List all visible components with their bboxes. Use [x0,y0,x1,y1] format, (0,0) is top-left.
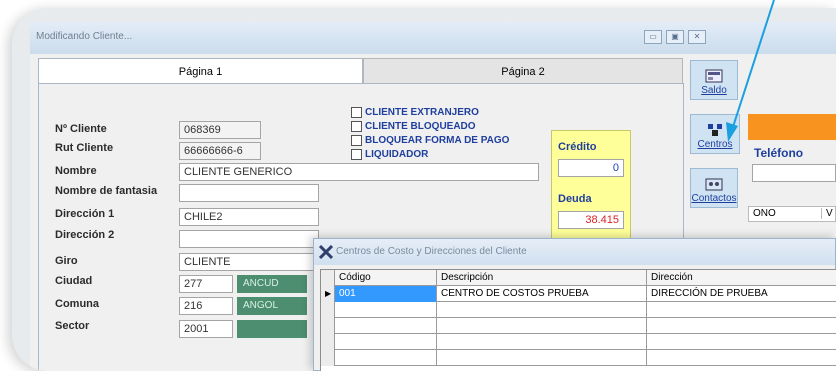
table-row[interactable] [321,302,836,318]
cell-direccion[interactable] [647,318,836,334]
dialog-title-bar: Centros de Costo y Direcciones del Clien… [314,239,835,265]
cliente-label: Nº Cliente [55,123,107,135]
deuda-field[interactable]: 38.415 [558,211,624,229]
dialog-app-icon [319,245,333,259]
direccion2-field[interactable] [179,230,319,248]
restore-button[interactable]: ▣ [666,30,684,44]
sector-name [237,320,307,338]
close-button[interactable]: ✕ [688,30,706,44]
direccion2-label: Dirección 2 [55,229,115,241]
table-row[interactable] [321,334,836,350]
contactos-button[interactable]: Contactos [690,168,738,208]
checkbox-box[interactable] [351,121,362,132]
telefono-field[interactable] [752,164,836,182]
checkbox-label: BLOQUEAR FORMA DE PAGO [365,135,510,146]
checkbox-label: CLIENTE BLOQUEADO [365,121,476,132]
checkbox-box[interactable] [351,107,362,118]
cell-descripcion[interactable] [437,318,647,334]
col-codigo[interactable]: Código [335,270,437,286]
giro-label: Giro [55,255,78,267]
cell-descripcion[interactable] [437,302,647,318]
row-pointer-icon: ▶ [321,286,335,302]
cell-direccion[interactable] [647,350,836,366]
cell-direccion[interactable] [647,302,836,318]
checkbox-label: LIQUIDADOR [365,149,429,160]
checkbox-liquidador[interactable]: LIQUIDADOR [351,149,428,160]
grid-col-partial-2: V [821,208,833,219]
fantasia-label: Nombre de fantasia [55,185,158,197]
comuna-code-field[interactable]: 216 [179,297,233,315]
credit-panel: Crédito 0 Deuda 38.415 [551,130,631,246]
rut-label: Rut Cliente [55,142,114,154]
cell-codigo[interactable] [335,350,437,366]
deuda-label: Deuda [558,193,592,205]
tab-pagina-2[interactable]: Página 2 [363,58,683,84]
direccion1-label: Dirección 1 [55,208,115,220]
comuna-label: Comuna [55,298,99,310]
col-descripcion[interactable]: Descripción [437,270,647,286]
cell-codigo[interactable] [335,334,437,350]
row-indicator [321,334,335,350]
fantasia-field[interactable] [179,184,319,202]
ciudad-label: Ciudad [55,275,93,287]
sector-code-field[interactable]: 2001 [179,320,233,338]
grid-header-row: Código Descripción Dirección [321,270,836,286]
checkbox-cliente-bloqueado[interactable]: CLIENTE BLOQUEADO [351,121,476,132]
credito-label: Crédito [558,141,597,153]
cell-codigo[interactable]: 001 [335,286,437,302]
nombre-field[interactable]: CLIENTE GENERICO [179,163,539,181]
table-row[interactable] [321,318,836,334]
dialog-title: Centros de Costo y Direcciones del Clien… [336,246,527,257]
cell-descripcion[interactable]: CENTRO DE COSTOS PRUEBA [437,286,647,302]
annotation-arrow-icon [726,0,775,142]
checkbox-bloquear-forma-pago[interactable]: BLOQUEAR FORMA DE PAGO [351,135,509,146]
grid-col-partial: ONO [753,208,776,219]
grid-indicator-header [321,270,335,286]
col-direccion[interactable]: Dirección [647,270,836,286]
centros-grid[interactable]: Código Descripción Dirección ▶ 001 CENTR… [320,269,836,371]
table-row[interactable] [321,350,836,366]
title-bar: Modificando Cliente... ▭ ▣ ✕ [30,22,836,54]
cell-codigo[interactable] [335,302,437,318]
cell-descripcion[interactable] [437,334,647,350]
cell-codigo[interactable] [335,318,437,334]
direccion1-field[interactable]: CHILE2 [179,208,319,226]
minimize-button[interactable]: ▭ [644,30,662,44]
contactos-icon [705,178,723,191]
contacts-grid-header: ONO V [748,206,836,222]
checkbox-box[interactable] [351,149,362,160]
table-row[interactable]: ▶ 001 CENTRO DE COSTOS PRUEBA DIRECCIÓN … [321,286,836,302]
row-indicator [321,318,335,334]
giro-field[interactable]: CLIENTE [179,253,319,271]
checkbox-label: CLIENTE EXTRANJERO [365,107,479,118]
tab-pagina-1[interactable]: Página 1 [38,58,363,84]
credito-field[interactable]: 0 [558,159,624,177]
row-indicator [321,350,335,366]
window-title: Modificando Cliente... [36,31,133,42]
ciudad-code-field[interactable]: 277 [179,275,233,293]
cell-direccion[interactable]: DIRECCIÓN DE PRUEBA [647,286,836,302]
centros-dialog: Centros de Costo y Direcciones del Clien… [313,238,836,371]
contactos-button-label: Contactos [691,193,737,204]
rut-field[interactable]: 66666666-6 [179,142,261,160]
checkbox-cliente-extranjero[interactable]: CLIENTE EXTRANJERO [351,107,479,118]
ciudad-name: ANCUD [237,275,307,293]
nombre-label: Nombre [55,165,97,177]
cell-direccion[interactable] [647,334,836,350]
cliente-number-field[interactable]: 068369 [179,121,261,139]
cell-descripcion[interactable] [437,350,647,366]
checkbox-box[interactable] [351,135,362,146]
sector-label: Sector [55,320,90,332]
tab-strip: Página 1 Página 2 [38,58,684,84]
comuna-name: ANGOL [237,297,307,315]
row-indicator [321,302,335,318]
